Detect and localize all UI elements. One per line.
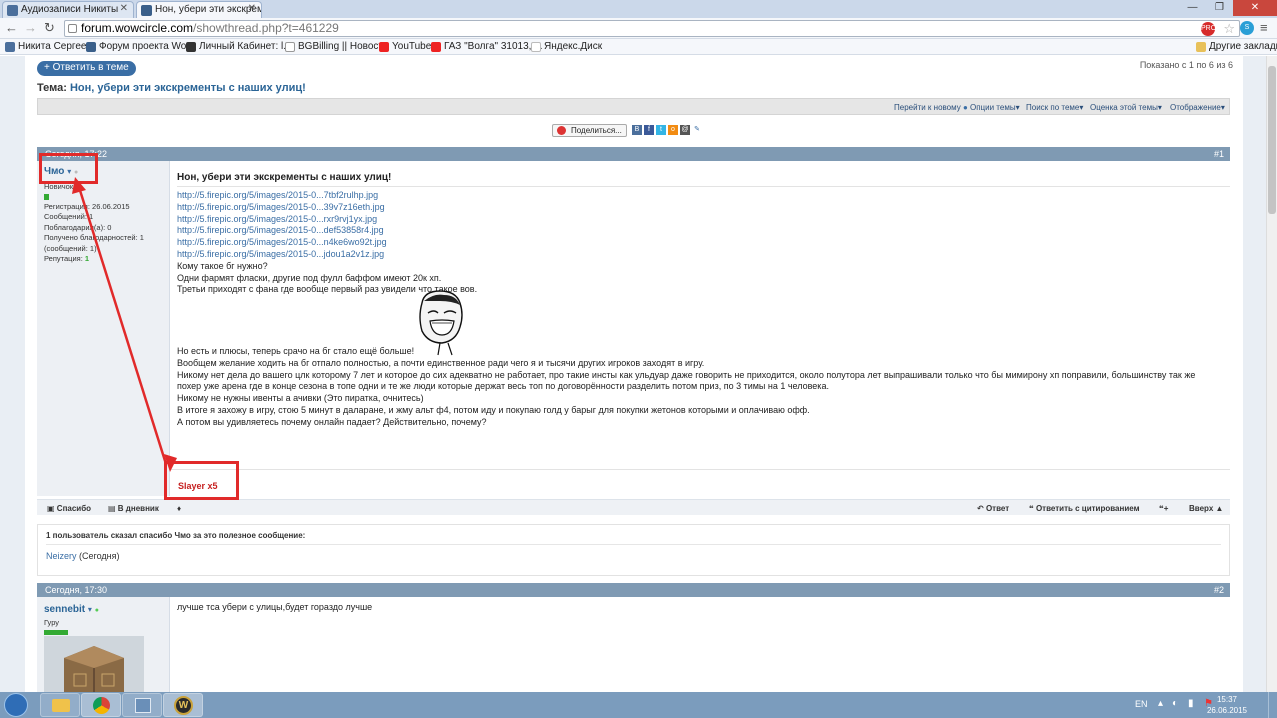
bookmark-label: YouTube <box>392 41 432 52</box>
forward-arrow-icon[interactable]: → <box>24 20 37 35</box>
explorer-taskbar-button[interactable] <box>40 693 80 717</box>
annotation-arrow <box>72 177 177 472</box>
vk-icon <box>5 42 15 52</box>
bookmark-label: Форум проекта Wo... <box>99 41 195 52</box>
page-viewport: + Ответить в теме Показано с 1 по 6 из 6… <box>0 56 1277 692</box>
menu-icon[interactable]: ≡ <box>1260 20 1268 35</box>
other-bookmarks-label: Другие закладки <box>1209 41 1277 52</box>
page-icon <box>68 24 77 33</box>
url-path: /showthread.php?t=461229 <box>193 21 339 35</box>
url-host: forum.wowcircle.com <box>81 21 194 35</box>
tab-title: Аудиозаписи Никиты <box>21 4 119 15</box>
bookmark-item[interactable]: Яндекс.Диск <box>531 41 602 52</box>
scrollbar-thumb[interactable] <box>1268 66 1276 214</box>
bookmark-star-icon[interactable]: ☆ <box>1223 21 1235 36</box>
bookmark-label: ГАЗ "Волга" 31013, ... <box>444 41 543 52</box>
close-icon[interactable]: ✕ <box>248 3 256 14</box>
tab-title: Нон, убери эти экскреме <box>155 4 262 15</box>
bookmark-item[interactable]: BGBilling || Новости <box>285 41 389 52</box>
browser-toolbar: ← → ↻ forum.wowcircle.com/showthread.php… <box>0 18 1277 39</box>
wow-icon <box>186 42 196 52</box>
tab-forum[interactable]: Нон, убери эти экскреме ✕ <box>136 1 262 18</box>
window-close-button[interactable]: ✕ <box>1233 0 1277 16</box>
pro-extension-icon[interactable]: PRO <box>1201 22 1216 36</box>
maximize-button[interactable]: ❐ <box>1206 0 1233 16</box>
bookmark-label: BGBilling || Новости <box>298 41 389 52</box>
bookmark-label: Личный Кабинет: l... <box>199 41 292 52</box>
show-desktop-button[interactable] <box>1268 692 1277 718</box>
chrome-icon <box>93 697 110 714</box>
windows-taskbar: W EN ▴ ◐ ▮ ⚑ 15:37 26.06.2015 <box>0 692 1277 718</box>
yandex-disk-icon <box>531 42 541 52</box>
app-taskbar-button[interactable] <box>122 693 162 717</box>
close-icon[interactable]: ✕ <box>120 3 128 14</box>
wow-taskbar-button[interactable]: W <box>163 693 203 717</box>
window-icon <box>135 698 151 713</box>
back-arrow-icon[interactable]: ← <box>5 20 18 35</box>
tab-audio[interactable]: Аудиозаписи Никиты ✕ <box>2 1 134 18</box>
tray-arrow-icon[interactable]: ▴ <box>1158 698 1163 709</box>
tab-strip: Аудиозаписи Никиты ✕ Нон, убери эти экск… <box>0 0 1277 18</box>
bookmark-item[interactable]: Личный Кабинет: l... <box>186 41 292 52</box>
wow-icon: W <box>174 696 193 715</box>
page-icon <box>285 42 295 52</box>
start-button[interactable] <box>4 693 28 717</box>
network-icon[interactable]: ▮ <box>1188 698 1194 709</box>
wowcircle-icon <box>86 42 96 52</box>
window-controls: — ❐ ✕ <box>1179 0 1277 16</box>
bookmark-label: Никита Сергеев <box>18 41 92 52</box>
youtube-icon <box>379 42 389 52</box>
bookmark-item[interactable]: Никита Сергеев <box>5 41 92 52</box>
folder-icon <box>1196 42 1206 52</box>
other-bookmarks[interactable]: Другие закладки <box>1196 41 1277 52</box>
bookmark-label: Яндекс.Диск <box>544 41 603 52</box>
language-indicator[interactable]: EN <box>1135 699 1148 709</box>
page-scrollbar[interactable] <box>1266 56 1277 692</box>
bookmarks-bar: Никита Сергеев Форум проекта Wo... Личны… <box>0 39 1277 55</box>
chrome-taskbar-button[interactable] <box>81 693 121 717</box>
vk-favicon-icon <box>7 5 18 16</box>
minimize-button[interactable]: — <box>1179 0 1206 16</box>
bookmark-item[interactable]: Форум проекта Wo... <box>86 41 195 52</box>
speaker-icon[interactable]: ◐ <box>1172 698 1178 709</box>
clock[interactable]: 15:37 26.06.2015 <box>1207 694 1247 716</box>
address-bar[interactable]: forum.wowcircle.com/showthread.php?t=461… <box>64 20 1240 37</box>
wowcircle-favicon-icon <box>141 5 152 16</box>
bookmark-item[interactable]: ГАЗ "Волга" 31013, ... <box>431 41 543 52</box>
youtube-icon <box>431 42 441 52</box>
folder-icon <box>52 699 70 712</box>
skype-icon[interactable]: S <box>1240 21 1254 35</box>
reload-icon[interactable]: ↻ <box>44 20 55 36</box>
bookmark-item[interactable]: YouTube <box>379 41 431 52</box>
